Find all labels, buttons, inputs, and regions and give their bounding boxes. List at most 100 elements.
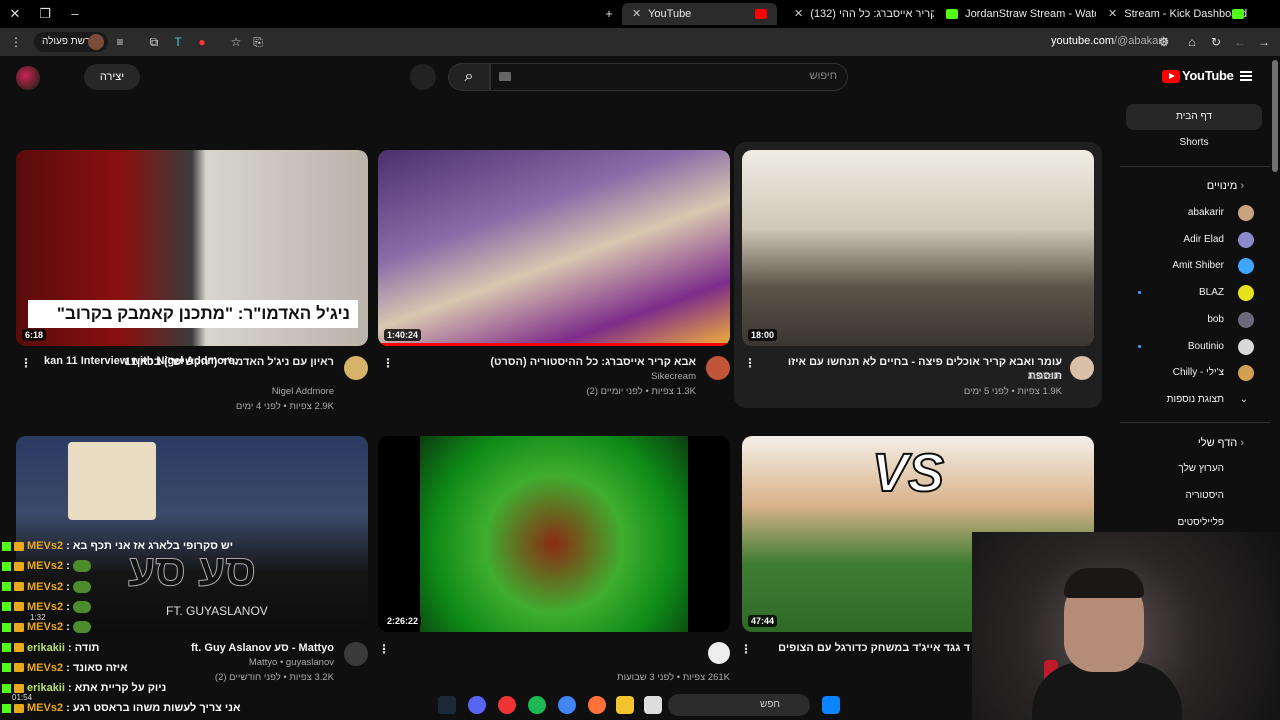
video-card-hovered[interactable]: 18:00 עומר ואבא קריר אוכלים פיצה - בחיים…	[734, 142, 1102, 408]
sidebar-channel-item[interactable]: Amit Shiber	[1116, 253, 1272, 279]
extensions-icon[interactable]: ⧉	[146, 34, 162, 50]
taskbar-search[interactable]: חפש	[668, 694, 810, 716]
more-actions-icon[interactable]: ⋮	[382, 356, 394, 370]
spotify-icon[interactable]	[528, 696, 546, 714]
channel-avatar	[1238, 258, 1254, 275]
show-more-button[interactable]: תצוגת נוספות ⌄	[1116, 387, 1272, 413]
upload-age: לפני 3 שבועות	[617, 672, 675, 683]
firefox-icon[interactable]	[588, 696, 606, 714]
kick-favicon-icon	[1232, 9, 1244, 19]
video-thumbnail[interactable]: 1:40:24	[378, 150, 730, 346]
video-card[interactable]: ניג'ל האדמו"ר: "מתכנן קאמבק בקרוב" 6:18 …	[16, 150, 368, 420]
bookmark-star-icon[interactable]: ☆	[228, 34, 244, 50]
sidebar-channel-item[interactable]: bob	[1116, 307, 1272, 333]
sidebar-channel-item[interactable]: Adir Elad	[1116, 227, 1272, 253]
channel-avatar	[1238, 285, 1254, 302]
sidebar-item-your-channel[interactable]: הערוץ שלך	[1116, 456, 1272, 482]
emote-icon	[72, 580, 91, 593]
video-title[interactable]: אבא קריר אייסברג: כל ההיסטוריה (הסרט)	[406, 355, 696, 369]
sidebar-item-home[interactable]: דף הבית	[1126, 104, 1262, 130]
new-tab-icon[interactable]: +	[600, 5, 618, 23]
chrome-icon[interactable]	[558, 696, 576, 714]
sidebar-item-history[interactable]: היסטוריה	[1116, 483, 1272, 509]
sidebar-channel-item[interactable]: Boutinio	[1116, 334, 1272, 360]
video-meta: 1.9K צפיות • לפני 5 ימים	[963, 386, 1062, 397]
profile-avatar-icon[interactable]	[88, 34, 104, 50]
subscriber-badge-icon	[14, 541, 24, 551]
install-app-icon[interactable]: ⎘	[250, 34, 266, 50]
search-button[interactable]: ⌕	[448, 63, 490, 91]
search-input[interactable]	[537, 70, 837, 82]
kick-badge-icon	[2, 541, 11, 551]
subscriptions-heading[interactable]: מינויים ›	[1207, 175, 1244, 197]
reload-icon[interactable]: ↻	[1208, 34, 1224, 50]
tab-youtube[interactable]: ✕ YouTube	[622, 3, 777, 25]
add-to-queue-icon[interactable]	[708, 642, 730, 664]
forward-icon[interactable]: ←	[1232, 34, 1248, 50]
video-title[interactable]: ד גגד אייג'ד במשחק כדורגל עם הצופים	[770, 641, 970, 655]
site-settings-icon[interactable]: ⚙	[1156, 34, 1172, 50]
restore-window-icon[interactable]: ❐	[36, 5, 54, 23]
video-thumbnail[interactable]: ניג'ל האדמו"ר: "מתכנן קאמבק בקרוב" 6:18	[16, 150, 368, 346]
adblock-extension-icon[interactable]: ●	[194, 34, 210, 50]
windows-start-icon[interactable]	[822, 696, 840, 714]
channel-avatar[interactable]	[1070, 356, 1094, 380]
sidebar-channel-item[interactable]: BLAZ	[1116, 280, 1272, 306]
url-host: youtube.com	[1051, 35, 1115, 47]
sidebar-channel-item[interactable]: Chilly - צ'ילי	[1116, 360, 1272, 386]
close-tab-icon[interactable]: ✕	[1108, 8, 1117, 20]
close-tab-icon[interactable]: ✕	[794, 8, 803, 20]
tab-kick-stream[interactable]: JordanStraw Stream - Watch Li	[936, 3, 1096, 25]
channel-avatar[interactable]	[344, 642, 368, 666]
channel-avatar	[1238, 338, 1254, 355]
chat-message: MEVs2 :	[2, 556, 91, 576]
account-avatar[interactable]	[16, 66, 40, 90]
voice-search-button[interactable]	[410, 64, 436, 90]
tab-kick-dashboard[interactable]: ✕ Stream - Kick Dashboard	[1098, 3, 1280, 25]
address-bar[interactable]: youtube.com/@abakarir	[1051, 35, 1168, 47]
sidebar-channel-item[interactable]: abakarir	[1116, 200, 1272, 226]
channel-name[interactable]: Nigel Addmore	[44, 386, 334, 397]
channel-avatar[interactable]	[344, 356, 368, 380]
discord-icon[interactable]	[468, 696, 486, 714]
channel-avatar[interactable]	[706, 356, 730, 380]
minimize-window-icon[interactable]: –	[66, 5, 84, 23]
new-content-dot	[1138, 291, 1141, 295]
back-icon[interactable]: →	[1256, 34, 1272, 50]
create-button[interactable]: יצירה	[84, 64, 140, 90]
you-heading[interactable]: הדף שלי ›	[1198, 432, 1244, 454]
more-menu-icon[interactable]: ⋮	[8, 34, 24, 50]
streamer-hair	[1064, 568, 1144, 598]
task-view-icon[interactable]	[644, 696, 662, 714]
channel-name[interactable]: abakarir	[772, 371, 1062, 382]
search-field[interactable]	[490, 63, 848, 91]
steam-icon[interactable]	[438, 696, 456, 714]
keyboard-icon[interactable]	[499, 72, 511, 81]
page-scrollbar[interactable]	[1272, 60, 1278, 172]
home-icon[interactable]: ⌂	[1184, 34, 1200, 50]
video-card[interactable]: 1:40:24 אבא קריר אייסברג: כל ההיסטוריה (…	[378, 150, 730, 420]
tab-youtube-video[interactable]: ✕ (132) אבא קריר אייסברג: כל ההי	[784, 3, 934, 25]
media-control-icon[interactable]: ≡	[112, 34, 128, 50]
menu-hamburger-icon[interactable]	[1240, 71, 1252, 81]
translate-extension-icon[interactable]: T	[170, 34, 186, 50]
chat-separator: :	[63, 540, 73, 552]
video-thumbnail[interactable]: 2:26:22	[378, 436, 730, 632]
kick-badge-icon	[2, 622, 11, 632]
sidebar-item-shorts[interactable]: Shorts	[1126, 130, 1262, 156]
more-actions-icon[interactable]: ⋮	[744, 356, 756, 370]
video-card[interactable]: 2:26:22 ⋮ 261K צפיות • לפני 3 שבועות	[378, 436, 752, 686]
obs-icon[interactable]	[498, 696, 516, 714]
chat-username: MEVs2	[27, 621, 64, 634]
sidebar-item-label: הערוץ שלך	[1178, 463, 1224, 474]
subscriber-badge-icon	[14, 561, 24, 571]
watch-progress-bar	[378, 343, 730, 346]
close-tab-icon[interactable]: ✕	[632, 8, 641, 20]
file-explorer-icon[interactable]	[616, 696, 634, 714]
channel-name[interactable]: Sikecream	[406, 371, 696, 382]
youtube-logo[interactable]: YouTube	[1162, 68, 1234, 86]
chevron-icon: ›	[1240, 437, 1244, 449]
video-thumbnail[interactable]: 18:00	[742, 150, 1094, 346]
close-window-icon[interactable]: ✕	[6, 5, 24, 23]
more-actions-icon[interactable]: ⋮	[20, 356, 32, 370]
